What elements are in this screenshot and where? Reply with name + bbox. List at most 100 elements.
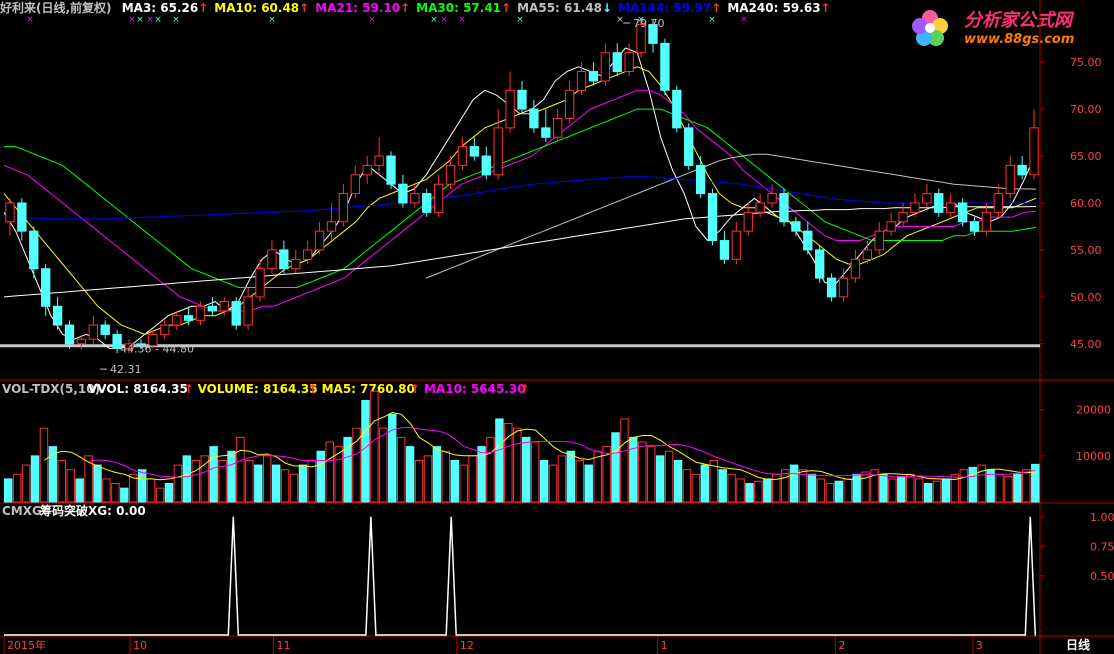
volume-bar — [718, 469, 727, 503]
volume-bar — [39, 427, 49, 503]
date-label: 12 — [460, 639, 474, 652]
volume-bar — [146, 478, 156, 503]
volume-bar — [852, 473, 861, 503]
signal-marker: × — [440, 15, 448, 25]
volume-bar — [691, 473, 701, 503]
volume-bar — [263, 455, 272, 503]
volume-bar — [21, 464, 31, 503]
volume-bar — [254, 464, 263, 503]
signal-marker: × — [136, 15, 144, 25]
volume-bar — [468, 455, 477, 503]
volume-bar — [298, 464, 308, 503]
candle — [838, 277, 849, 298]
stock-chart[interactable]: 好利来(日线,前复权) MA3: 65.26↑ MA10: 60.48↑ MA21:… — [0, 0, 1114, 654]
volume-bar — [12, 473, 22, 503]
volume-bar — [325, 441, 334, 503]
volume-bar — [227, 450, 236, 503]
candle — [219, 301, 229, 312]
volume-bar — [727, 473, 736, 503]
candle — [314, 230, 325, 251]
volume-bar — [75, 478, 84, 503]
range-label: 44.36 - 44.80 — [120, 343, 194, 356]
low-price-label: 42.31 — [110, 363, 142, 376]
signal-marker: × — [616, 15, 624, 25]
volume-bar — [1013, 473, 1022, 503]
arrow-icon: ↑ — [410, 382, 420, 396]
candle — [934, 193, 944, 213]
candle — [826, 277, 837, 298]
volume-bar — [388, 413, 397, 503]
candle — [946, 202, 956, 213]
indicator-tick-label: 1.00 — [1090, 511, 1114, 524]
ma-line-ma144 — [4, 176, 1037, 220]
candle — [874, 230, 884, 251]
volume-bar — [995, 473, 1004, 503]
volume-bar — [673, 459, 683, 503]
volume-bar — [316, 450, 326, 503]
arrow-icon: ↑ — [308, 382, 318, 396]
candle — [326, 221, 337, 232]
volume-bar — [816, 478, 826, 503]
signal-marker: × — [708, 15, 716, 25]
volume-bar — [379, 427, 388, 503]
volume-bar — [664, 450, 674, 503]
candle — [505, 89, 515, 129]
candle — [267, 249, 277, 270]
candle — [52, 305, 63, 326]
volume-bar — [539, 459, 549, 503]
ma-line-ma30 — [4, 108, 1037, 288]
volume-bar — [93, 464, 102, 503]
volume-bar — [629, 436, 638, 503]
price-tick-label: 70.00 — [1070, 103, 1102, 116]
candle — [255, 268, 265, 298]
candle — [612, 52, 622, 73]
candle — [850, 258, 861, 279]
candle — [886, 221, 896, 232]
volume-bar — [754, 480, 763, 503]
volume-bar — [432, 446, 442, 503]
candle — [815, 249, 825, 279]
volume-bar — [557, 455, 567, 503]
indicator-signal-line — [4, 516, 1037, 636]
candle — [957, 202, 968, 223]
candle — [338, 193, 349, 223]
candle — [195, 305, 206, 321]
candle — [88, 324, 98, 340]
signal-marker: × — [430, 15, 438, 25]
candle — [469, 146, 480, 157]
signal-marker: × — [516, 15, 524, 25]
candle — [362, 164, 372, 176]
volume-title: VOL-TDX(5,10) — [2, 382, 100, 396]
price-tick-label: 50.00 — [1070, 291, 1102, 304]
date-label: 2015年 — [7, 638, 46, 652]
volume-bar — [370, 390, 379, 503]
candle — [160, 324, 170, 335]
candle — [291, 258, 301, 270]
volume-bar — [825, 483, 835, 503]
indicator-legend: 筹码突破XG: 0.00 — [40, 503, 146, 518]
candle — [445, 164, 456, 185]
volume-bar — [932, 480, 942, 503]
volume-bar — [682, 469, 692, 503]
date-label: 1 — [661, 639, 668, 652]
volume-bar — [1031, 463, 1040, 503]
candle — [600, 52, 611, 82]
volume-bar — [396, 436, 406, 503]
candle — [767, 193, 777, 204]
date-label: 2 — [838, 639, 845, 652]
candle — [386, 155, 396, 185]
candle — [5, 202, 15, 223]
volume-bar — [575, 459, 585, 503]
signal-marker: × — [268, 15, 276, 25]
volume-bar — [593, 450, 602, 503]
signal-marker: × — [128, 15, 136, 25]
volume-bar — [66, 469, 75, 503]
volume-legend-item: VVOL: 8164.35 — [88, 382, 188, 396]
chart-canvas[interactable]: 45.0050.0055.0060.0065.0070.0075.0079.70… — [0, 0, 1114, 654]
volume-bar — [807, 473, 817, 503]
period-label: 日线 — [1066, 637, 1090, 652]
candle — [707, 193, 718, 242]
candle — [517, 89, 527, 110]
volume-bar — [620, 418, 629, 503]
volume-bar — [57, 459, 67, 503]
